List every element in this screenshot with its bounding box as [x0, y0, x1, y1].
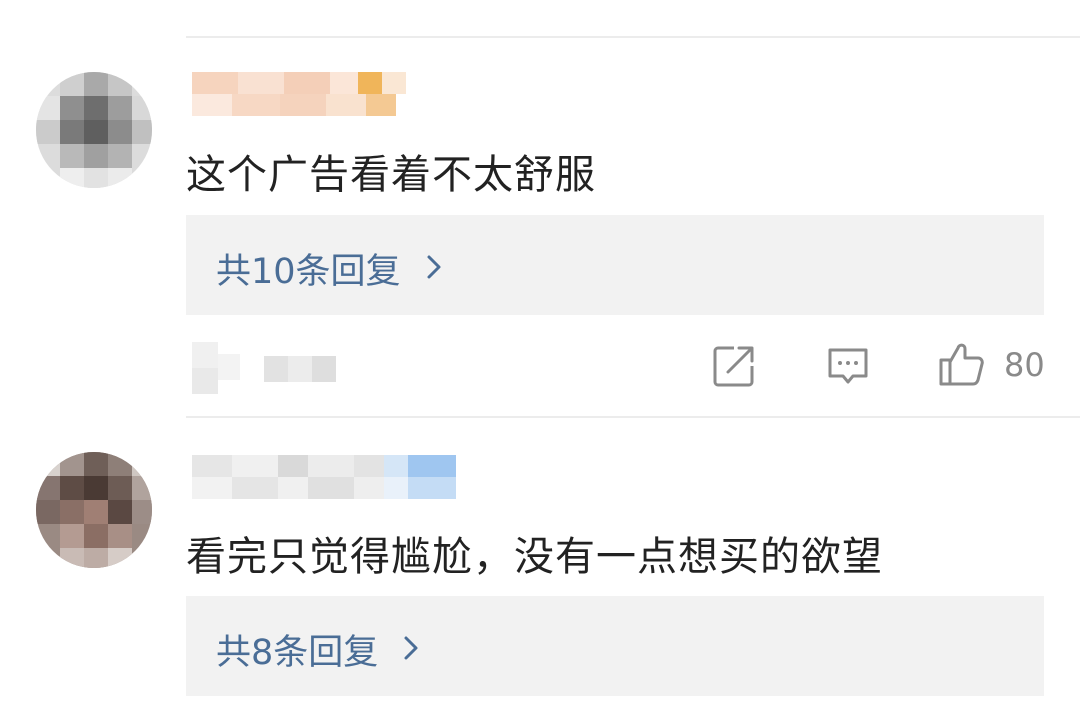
- divider: [186, 36, 1080, 38]
- avatar[interactable]: [36, 72, 152, 188]
- reply-summary[interactable]: 共10条回复: [186, 215, 1044, 315]
- thumbs-up-icon[interactable]: [938, 340, 986, 392]
- comment-icon[interactable]: [826, 344, 870, 392]
- previous-comment-actions: [186, 0, 1046, 10]
- comment-text: 这个广告看着不太舒服: [186, 152, 596, 198]
- like-count: 80: [1004, 346, 1045, 384]
- reply-summary[interactable]: 共8条回复: [186, 596, 1044, 696]
- comment-feed: 这个广告看着不太舒服 共10条回复 80 看完只觉得尴尬，没有一点想买的欲望 共…: [0, 0, 1080, 707]
- comment-actions: 80: [186, 338, 1045, 398]
- divider: [186, 416, 1080, 418]
- reply-link[interactable]: 共8条回复: [216, 624, 419, 675]
- chevron-right-icon: [426, 249, 442, 289]
- username-blurred[interactable]: [192, 72, 412, 116]
- comment-text: 看完只觉得尴尬，没有一点想买的欲望: [186, 534, 883, 580]
- reply-link[interactable]: 共10条回复: [216, 243, 442, 294]
- reply-count-label: 共8条回复: [216, 633, 379, 673]
- reply-count-label: 共10条回复: [216, 252, 401, 292]
- chevron-right-icon: [403, 630, 419, 670]
- username-blurred[interactable]: [192, 455, 462, 499]
- share-icon[interactable]: [712, 344, 756, 392]
- avatar[interactable]: [36, 452, 152, 568]
